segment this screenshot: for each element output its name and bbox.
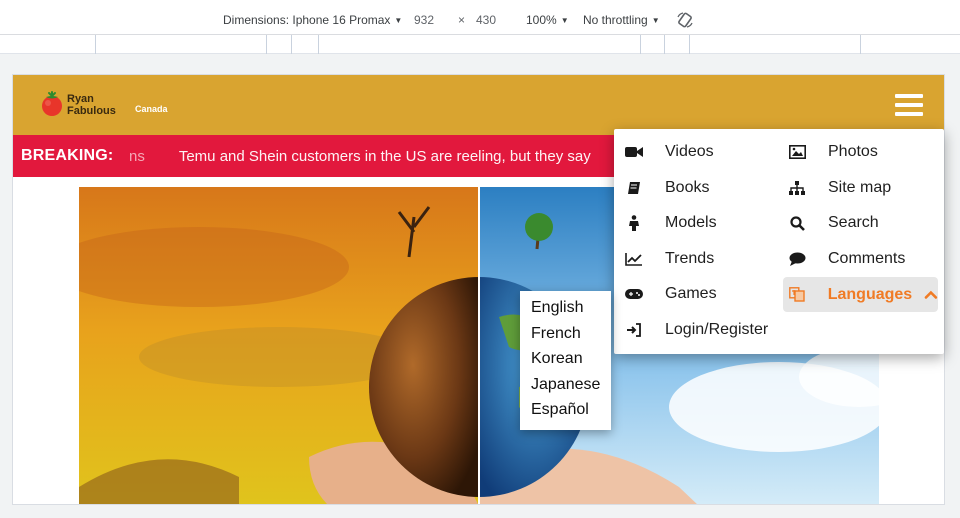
translate-icon	[787, 287, 807, 303]
video-icon	[624, 144, 644, 160]
hamburger-menu-button[interactable]	[895, 94, 923, 118]
menu-item-label: Games	[665, 285, 717, 302]
zoom-select[interactable]: 100% ▼	[526, 13, 569, 27]
logo-text: Ryan Fabulous	[67, 93, 116, 117]
zoom-label: 100%	[526, 13, 557, 27]
menu-item-site-map[interactable]: Site map	[787, 173, 891, 203]
ticker-previous: ns	[129, 148, 145, 165]
menu-item-label: Login/Register	[665, 321, 769, 338]
menu-item-trends[interactable]: Trends	[624, 244, 714, 274]
menu-item-label: Videos	[665, 143, 714, 160]
menu-item-models[interactable]: Models	[624, 208, 717, 238]
menu-item-comments[interactable]: Comments	[787, 244, 905, 274]
ruler-tick	[266, 35, 267, 54]
menu-item-label: Search	[828, 214, 879, 231]
menu-item-label: Languages	[827, 285, 913, 303]
ruler-tick	[291, 35, 292, 54]
chevron-down-icon: ▼	[651, 16, 660, 25]
menu-item-label: Site map	[828, 179, 892, 196]
breaking-label: BREAKING:	[21, 147, 114, 164]
news-ticker[interactable]: ns Temu and Shein customers in the US are…	[129, 148, 591, 165]
ticker-headline[interactable]: Temu and Shein customers in the US are r…	[179, 148, 591, 165]
logo-region: Canada	[135, 104, 168, 114]
device-label: Dimensions: Iphone 16 Promax	[223, 13, 391, 27]
ruler-tick	[640, 35, 641, 54]
rotate-icon[interactable]	[676, 11, 694, 29]
menu-item-games[interactable]: Games	[624, 279, 717, 309]
times-symbol: ×	[458, 13, 466, 27]
site-logo[interactable]: Ryan Fabulous Canada	[39, 89, 168, 123]
image-icon	[787, 144, 807, 160]
device-select[interactable]: Dimensions: Iphone 16 Promax ▼	[223, 13, 402, 27]
height-input[interactable]: 430	[476, 13, 496, 27]
language-option[interactable]: French	[531, 325, 581, 343]
hamburger-line	[895, 103, 923, 107]
ruler-tick	[95, 35, 96, 54]
nav-dropdown-menu: Videos Books Models Trends Games Login/R…	[614, 129, 944, 354]
menu-item-books[interactable]: Books	[624, 173, 709, 203]
ruler-tick	[860, 35, 861, 54]
throttling-label: No throttling	[583, 13, 648, 27]
trend-chart-icon	[624, 251, 644, 267]
menu-item-photos[interactable]: Photos	[787, 137, 878, 167]
chevron-down-icon: ▼	[394, 16, 403, 25]
menu-item-label: Comments	[828, 250, 906, 267]
languages-submenu: English French Korean Japanese Español	[520, 291, 611, 430]
menu-item-videos[interactable]: Videos	[624, 137, 714, 167]
ruler-tick	[318, 35, 319, 54]
language-option[interactable]: English	[531, 299, 583, 317]
gamepad-icon	[624, 286, 644, 302]
sitemap-icon	[787, 180, 807, 196]
language-option[interactable]: Japanese	[531, 376, 600, 394]
chevron-down-icon: ▼	[560, 16, 569, 25]
device-ruler	[0, 35, 960, 54]
throttling-select[interactable]: No throttling ▼	[583, 13, 660, 27]
devtools-toolbar: Dimensions: Iphone 16 Promax ▼ 932 × 430 …	[0, 0, 960, 35]
ruler-tick	[689, 35, 690, 54]
book-icon	[624, 180, 644, 196]
search-icon	[787, 215, 807, 231]
menu-item-label: Trends	[665, 250, 715, 267]
chevron-up-icon	[924, 290, 938, 299]
menu-item-label: Books	[665, 179, 710, 196]
language-option[interactable]: Korean	[531, 350, 583, 368]
comment-icon	[787, 251, 807, 267]
site-header: Ryan Fabulous Canada	[13, 75, 944, 135]
ruler-tick	[664, 35, 665, 54]
menu-item-label: Photos	[828, 143, 878, 160]
person-icon	[624, 215, 644, 231]
tomato-logo-icon	[42, 91, 62, 116]
menu-item-login-register[interactable]: Login/Register	[624, 315, 768, 345]
logo-line1: Ryan	[67, 93, 94, 105]
hamburger-line	[895, 94, 923, 98]
width-input[interactable]: 932	[414, 13, 434, 27]
menu-item-label: Models	[665, 214, 717, 231]
login-icon	[624, 322, 644, 338]
hamburger-line	[895, 112, 923, 116]
menu-item-languages[interactable]: Languages	[783, 277, 938, 312]
logo-line2: Fabulous	[67, 105, 116, 117]
menu-item-search[interactable]: Search	[787, 208, 879, 238]
language-option[interactable]: Español	[531, 401, 589, 419]
